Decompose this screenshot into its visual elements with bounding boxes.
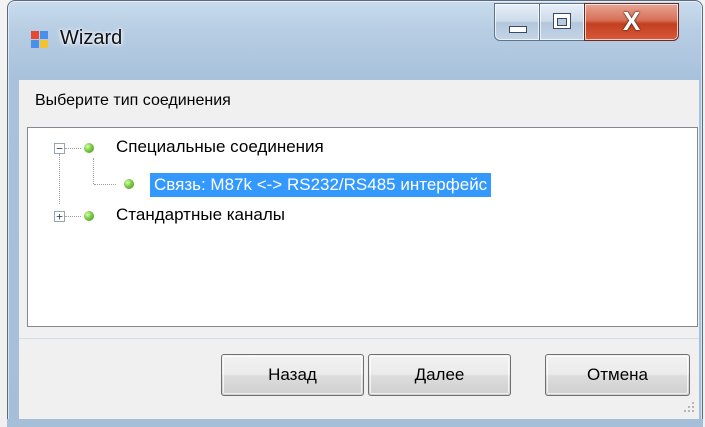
close-icon: X xyxy=(622,6,641,36)
separator xyxy=(19,338,699,339)
maximize-button[interactable] xyxy=(539,3,585,41)
window-title: Wizard xyxy=(60,27,123,49)
back-button[interactable]: Назад xyxy=(221,354,364,396)
cancel-button[interactable]: Отмена xyxy=(545,354,690,396)
green-node-icon xyxy=(84,143,94,153)
application-window-icon[interactable] xyxy=(31,31,49,49)
green-node-icon xyxy=(84,211,94,221)
maximize-icon xyxy=(553,13,571,29)
green-node-icon xyxy=(124,179,134,189)
tree-line xyxy=(93,158,94,184)
close-button[interactable]: X xyxy=(584,3,679,41)
title-bar[interactable]: Wizard X xyxy=(8,1,702,81)
tree-line xyxy=(65,216,81,217)
minimize-icon xyxy=(509,26,527,33)
prompt-label: Выберите тип соединения xyxy=(35,92,231,109)
next-button-label: Далее xyxy=(414,365,465,384)
tree-line xyxy=(94,184,116,185)
connection-type-tree[interactable]: − Специальные соединения Связь: M87k <->… xyxy=(27,127,698,327)
tree-line xyxy=(65,148,81,149)
next-button[interactable]: Далее xyxy=(368,354,511,396)
window-bottom-border xyxy=(7,419,703,427)
tree-node-standard-channels[interactable]: Стандартные каналы xyxy=(116,205,285,225)
resize-grip[interactable] xyxy=(682,400,696,414)
back-button-label: Назад xyxy=(268,365,317,384)
tree-node-m87k-rs232-rs485[interactable]: Связь: M87k <-> RS232/RS485 интерфейс xyxy=(150,173,492,197)
tree-line xyxy=(59,154,60,204)
tree-node-special-connections[interactable]: Специальные соединения xyxy=(116,137,324,157)
cancel-button-label: Отмена xyxy=(587,365,648,384)
collapse-toggle[interactable]: − xyxy=(54,143,65,154)
expand-toggle[interactable]: + xyxy=(54,211,65,222)
minimize-button[interactable] xyxy=(494,3,540,41)
